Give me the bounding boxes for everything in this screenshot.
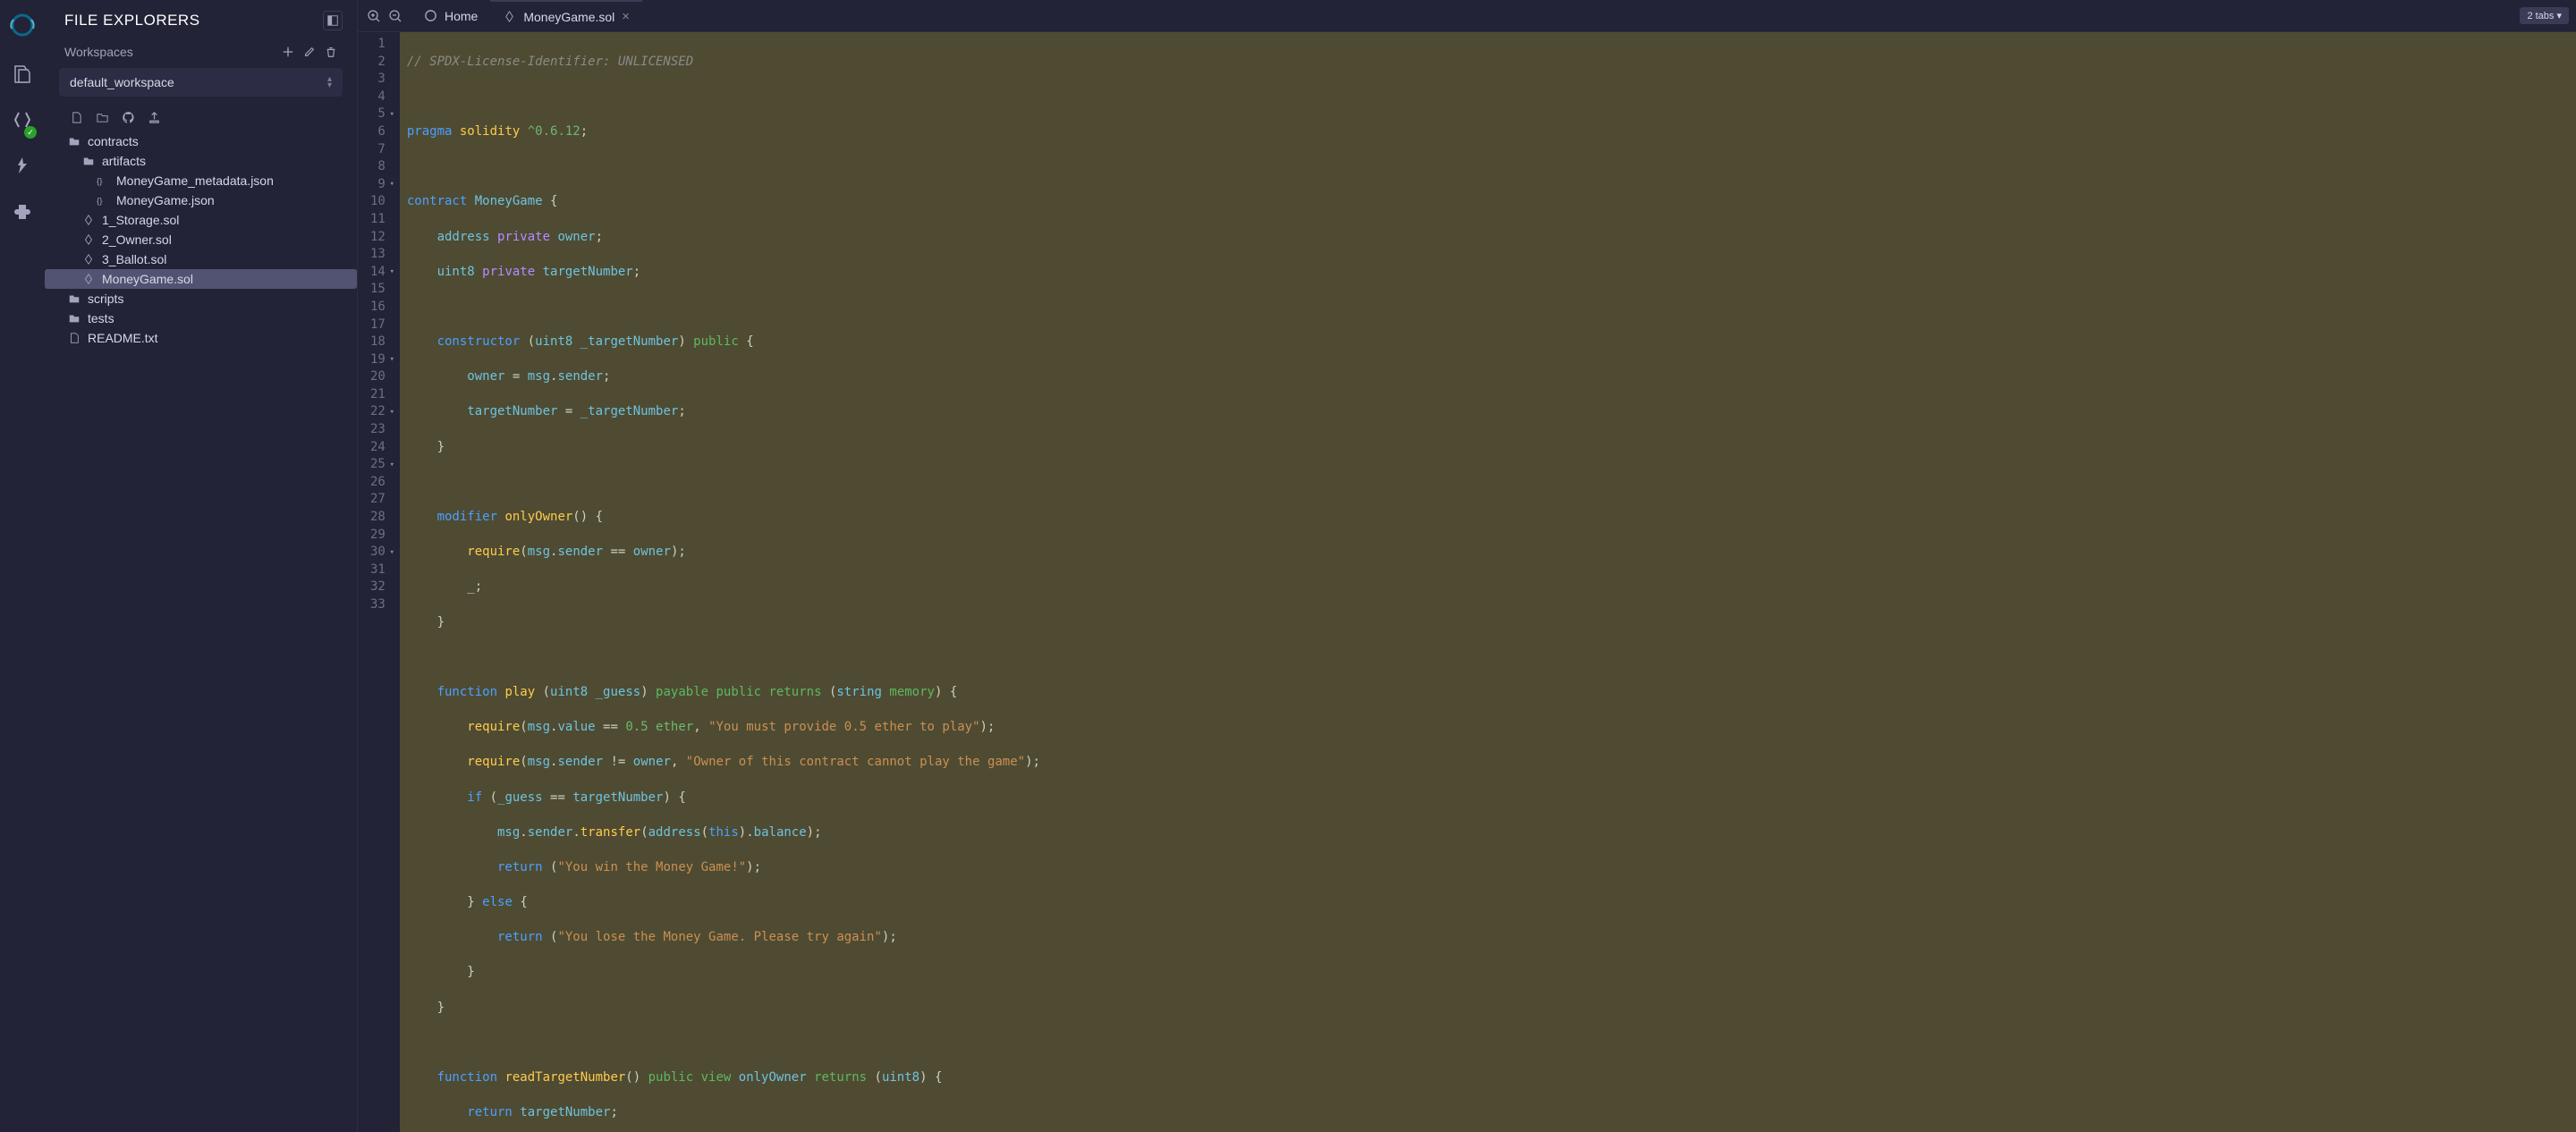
tree-label: README.txt — [88, 331, 158, 345]
tree-label: scripts — [88, 291, 123, 306]
code-content[interactable]: // SPDX-License-Identifier: UNLICENSED p… — [400, 32, 2576, 1132]
folder-tests[interactable]: tests — [45, 308, 357, 328]
file-tree: contracts artifacts {} MoneyGame_metadat… — [45, 131, 357, 1132]
tab-label: MoneyGame.sol — [523, 10, 614, 24]
compiler-icon[interactable] — [12, 109, 33, 135]
tree-label: 1_Storage.sol — [102, 213, 179, 227]
gist-icon[interactable] — [122, 111, 135, 124]
tree-label: MoneyGame.sol — [102, 272, 193, 286]
tab-count-dropdown[interactable]: 2 tabs ▾ — [2520, 7, 2569, 24]
svg-text:{}: {} — [97, 197, 103, 207]
folder-artifacts[interactable]: artifacts — [45, 151, 357, 171]
tree-label: 2_Owner.sol — [102, 232, 172, 247]
tree-label: tests — [88, 311, 114, 325]
deploy-icon[interactable] — [12, 155, 33, 181]
workspace-select[interactable]: default_workspace ▴▾ — [59, 68, 343, 97]
folder-scripts[interactable]: scripts — [45, 289, 357, 308]
tree-label: 3_Ballot.sol — [102, 252, 166, 266]
file-storage-sol[interactable]: 1_Storage.sol — [45, 210, 357, 230]
solidity-file-icon — [503, 10, 516, 23]
tree-label: MoneyGame.json — [116, 193, 215, 207]
remix-logo-icon[interactable] — [8, 11, 37, 44]
home-icon — [424, 9, 437, 22]
vertical-nav — [0, 0, 45, 1132]
tree-label: MoneyGame_metadata.json — [116, 173, 274, 188]
file-explorer-icon[interactable] — [12, 63, 33, 89]
plugin-icon[interactable] — [12, 200, 33, 226]
new-file-icon[interactable] — [70, 111, 83, 124]
workspace-add-icon[interactable] — [282, 46, 294, 58]
tree-label: contracts — [88, 134, 139, 148]
workspace-selected-value: default_workspace — [70, 75, 174, 89]
file-moneygame-sol[interactable]: MoneyGame.sol — [45, 269, 357, 289]
compile-success-badge — [24, 126, 37, 139]
line-gutter: 12345▾6789▾1011121314▾1516171819▾202122▾… — [358, 32, 400, 1132]
new-folder-icon[interactable] — [96, 111, 109, 124]
zoom-in-icon[interactable] — [367, 9, 381, 23]
workspace-delete-icon[interactable] — [325, 46, 337, 58]
svg-text:{}: {} — [97, 177, 103, 187]
file-explorer-panel: FILE EXPLORERS Workspaces default_worksp… — [45, 0, 358, 1132]
workspaces-label: Workspaces — [64, 45, 133, 59]
zoom-out-icon[interactable] — [388, 9, 402, 23]
tab-label: Home — [445, 9, 478, 23]
tab-home[interactable]: Home — [411, 0, 490, 31]
panel-title: FILE EXPLORERS — [64, 12, 200, 30]
editor-area: Home MoneyGame.sol × 2 tabs ▾ 12345▾6789… — [358, 0, 2576, 1132]
tree-label: artifacts — [102, 154, 146, 168]
file-moneygame-json[interactable]: {} MoneyGame.json — [45, 190, 357, 210]
file-readme[interactable]: README.txt — [45, 328, 357, 348]
tab-bar: Home MoneyGame.sol × 2 tabs ▾ — [358, 0, 2576, 32]
file-ballot-sol[interactable]: 3_Ballot.sol — [45, 249, 357, 269]
close-icon[interactable]: × — [622, 9, 630, 24]
code-editor[interactable]: 12345▾6789▾1011121314▾1516171819▾202122▾… — [358, 32, 2576, 1132]
workspace-rename-icon[interactable] — [303, 46, 316, 58]
folder-contracts[interactable]: contracts — [45, 131, 357, 151]
upload-icon[interactable] — [148, 111, 161, 124]
file-owner-sol[interactable]: 2_Owner.sol — [45, 230, 357, 249]
panel-toggle-button[interactable] — [323, 11, 343, 30]
tab-moneygame[interactable]: MoneyGame.sol × — [490, 0, 642, 31]
file-moneygame-metadata[interactable]: {} MoneyGame_metadata.json — [45, 171, 357, 190]
chevron-updown-icon: ▴▾ — [327, 76, 332, 89]
